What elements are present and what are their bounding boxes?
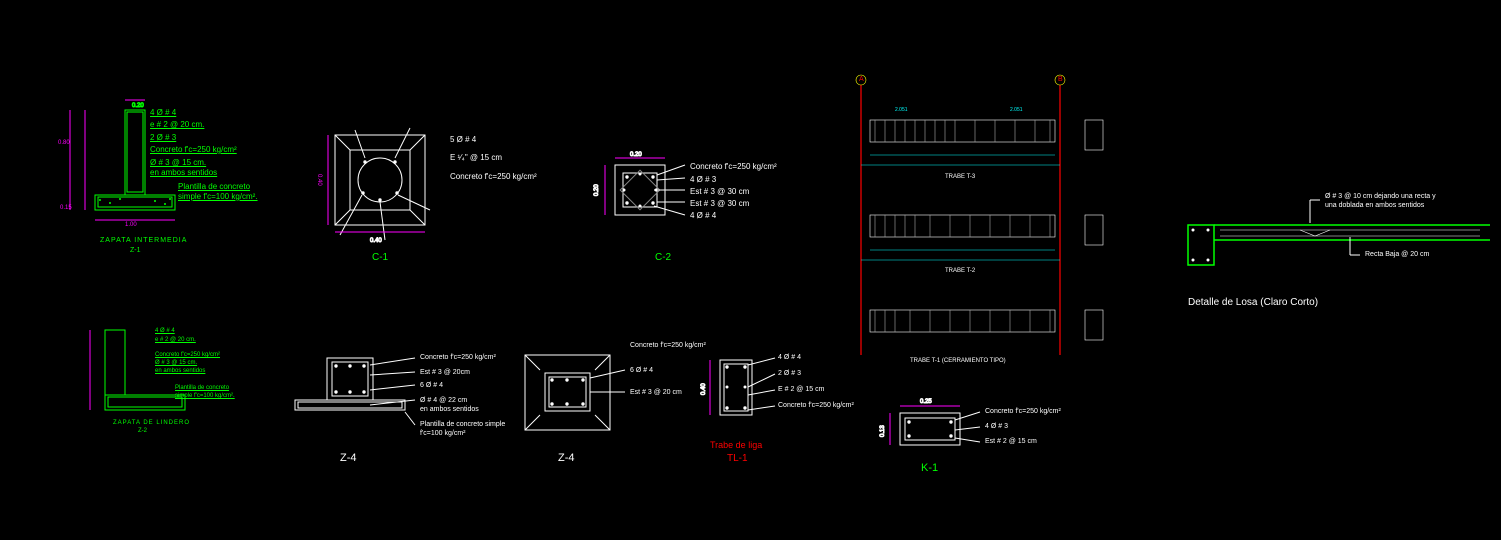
z4b-n2: 6 Ø # 4 bbox=[630, 367, 653, 374]
losa-title: Detalle de Losa (Claro Corto) bbox=[1188, 297, 1318, 308]
tl1-n3: E # 2 @ 15 cm bbox=[778, 386, 824, 393]
losa-n3: Recta Baja @ 20 cm bbox=[1365, 251, 1429, 258]
c1-code: C-1 bbox=[372, 252, 388, 263]
z4a-n2: Est # 3 @ 20cm bbox=[420, 369, 470, 376]
castillo-k1: 0.25 0.13 bbox=[880, 399, 980, 445]
axis-a: A bbox=[859, 76, 864, 83]
trabe-tl1: 0.40 bbox=[701, 358, 775, 415]
k1-code: K-1 bbox=[921, 462, 938, 474]
z1-note4: Concreto f'c=250 kg/cm² bbox=[150, 145, 237, 154]
zapata-z4b bbox=[525, 355, 625, 430]
svg-text:0.40: 0.40 bbox=[701, 383, 707, 395]
z1-note5: Ø # 3 @ 15 cm. bbox=[150, 158, 206, 167]
svg-text:0.25: 0.25 bbox=[920, 399, 932, 405]
trabe-t2: TRABE T-2 bbox=[945, 268, 975, 274]
c2-note1: Concreto f'c=250 kg/cm² bbox=[690, 162, 777, 171]
column-c1: 0.40 bbox=[328, 128, 430, 244]
svg-text:0.20: 0.20 bbox=[594, 184, 600, 196]
trabe-dim1: 2.051 bbox=[895, 107, 908, 113]
z1-dim-h: 0.80 bbox=[58, 140, 70, 146]
trabe-t1: TRABE T-1 (CERRAMIENTO TIPO) bbox=[910, 358, 1006, 364]
svg-text:0.20: 0.20 bbox=[630, 152, 642, 158]
tl1-n1: 4 Ø # 4 bbox=[778, 354, 801, 361]
z1-note8: simple f'c=100 kg/cm². bbox=[178, 192, 258, 201]
trabes-group bbox=[856, 75, 1103, 355]
z2-note3: Concreto f'c=250 kg/cm² bbox=[155, 352, 220, 358]
z1-dim-b: 0.15 bbox=[60, 205, 72, 211]
z1-title: ZAPATA INTERMEDIA bbox=[100, 237, 187, 244]
z2-title: ZAPATA DE LINDERO bbox=[113, 420, 190, 426]
z1-note7: Plantilla de concreto bbox=[178, 182, 250, 191]
z2-note7: simple f'c=100 kg/cm². bbox=[175, 393, 235, 399]
c2-note2: 4 Ø # 3 bbox=[690, 175, 716, 184]
zapata-z4a bbox=[295, 358, 415, 425]
z4a-code: Z-4 bbox=[340, 452, 357, 464]
z1-note2: e # 2 @ 20 cm. bbox=[150, 120, 204, 129]
tl1-title: Trabe de liga bbox=[710, 440, 762, 450]
detalle-losa bbox=[1188, 200, 1490, 265]
z1-note1: 4 Ø # 4 bbox=[150, 108, 176, 117]
z4b-code: Z-4 bbox=[558, 452, 575, 464]
z4a-n6: Plantilla de concreto simple bbox=[420, 421, 505, 428]
column-c2: 0.20 0.20 bbox=[594, 152, 685, 215]
z2-code: Z-2 bbox=[138, 428, 147, 434]
losa-n2: una doblada en ambos sentidos bbox=[1325, 202, 1424, 209]
z1-code: Z-1 bbox=[130, 247, 141, 254]
z1-dim-base: 1.00 bbox=[125, 222, 137, 228]
trabe-dim2: 2.051 bbox=[1010, 107, 1023, 113]
z2-note4: Ø # 3 @ 15 cm. bbox=[155, 360, 197, 366]
c2-note3: Est # 3 @ 30 cm bbox=[690, 187, 749, 196]
z1-note3: 2 Ø # 3 bbox=[150, 133, 176, 142]
z2-note2: e # 2 @ 20 cm. bbox=[155, 337, 196, 343]
z4a-n3: 6 Ø # 4 bbox=[420, 382, 443, 389]
z2-note1: 4 Ø # 4 bbox=[155, 328, 175, 334]
svg-text:0.13: 0.13 bbox=[880, 425, 886, 437]
trabe-t3: TRABE T-3 bbox=[945, 174, 975, 180]
k1-n3: Est # 2 @ 15 cm bbox=[985, 438, 1037, 445]
c1-note3: Concreto f'c=250 kg/cm² bbox=[450, 172, 537, 181]
z4a-n7: f'c=100 kg/cm² bbox=[420, 430, 466, 437]
c1-dim-h: 0.40 bbox=[316, 174, 322, 186]
c1-note1: 5 Ø # 4 bbox=[450, 135, 476, 144]
z4a-n1: Concreto f'c=250 kg/cm² bbox=[420, 354, 496, 361]
axis-b: B bbox=[1058, 76, 1063, 83]
tl1-code: TL-1 bbox=[727, 453, 748, 464]
z2-note6: Plantilla de concreto bbox=[175, 385, 229, 391]
svg-text:0.40: 0.40 bbox=[370, 238, 382, 244]
c2-code: C-2 bbox=[655, 252, 671, 263]
z4b-n3: Est # 3 @ 20 cm bbox=[630, 389, 682, 396]
losa-n1: Ø # 3 @ 10 cm dejando una recta y bbox=[1325, 193, 1436, 200]
z1-note6: en ambos sentidos bbox=[150, 168, 217, 177]
z4b-n1: Concreto f'c=250 kg/cm² bbox=[630, 342, 706, 349]
svg-text:0.20: 0.20 bbox=[132, 103, 144, 109]
z2-note5: en ambos sentidos bbox=[155, 368, 205, 374]
c1-note2: E ¹⁄₄" @ 15 cm bbox=[450, 153, 502, 162]
k1-n1: Concreto f'c=250 kg/cm² bbox=[985, 408, 1061, 415]
k1-n2: 4 Ø # 3 bbox=[985, 423, 1008, 430]
tl1-n4: Concreto f'c=250 kg/cm² bbox=[778, 402, 854, 409]
c2-note4: Est # 3 @ 30 cm bbox=[690, 199, 749, 208]
tl1-n2: 2 Ø # 3 bbox=[778, 370, 801, 377]
c2-note5: 4 Ø # 4 bbox=[690, 211, 716, 220]
z4a-n4: Ø # 4 @ 22 cm bbox=[420, 397, 467, 404]
z4a-n5: en ambos sentidos bbox=[420, 406, 479, 413]
